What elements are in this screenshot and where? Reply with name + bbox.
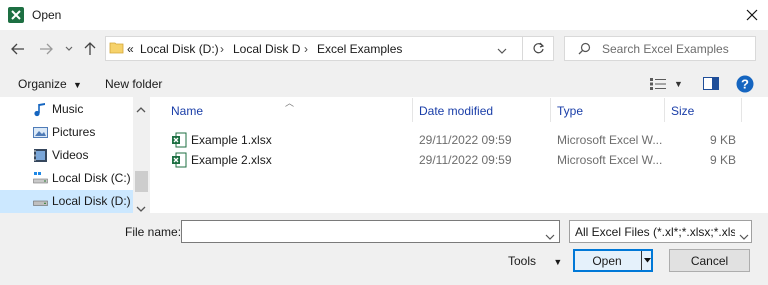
file-name: Example 2.xlsx (191, 153, 272, 167)
column-header-date-modified[interactable]: Date modified (419, 104, 493, 118)
breadcrumb-separator: › (220, 42, 224, 56)
scrollbar-thumb[interactable] (135, 171, 148, 192)
file-date-modified: 29/11/2022 09:59 (419, 133, 512, 147)
excel-file-icon (171, 152, 187, 168)
file-name: Example 1.xlsx (191, 133, 272, 147)
close-button[interactable] (736, 0, 768, 30)
excel-icon (8, 7, 24, 23)
sort-ascending-icon: ︿ (285, 98, 295, 108)
breadcrumb-item-disk-d[interactable]: Local Disk (D:) (140, 42, 219, 56)
file-name-input[interactable] (181, 220, 560, 243)
chevron-down-icon (545, 234, 555, 240)
chevron-down-icon: ▼ (674, 79, 683, 89)
sidebar-item-label: Local Disk (D:) (52, 194, 131, 208)
column-divider[interactable] (741, 98, 742, 122)
view-options-button[interactable]: ▼ (650, 76, 686, 92)
open-label: Open (592, 253, 622, 268)
chevron-down-icon (739, 234, 749, 240)
scroll-up-button[interactable] (136, 102, 147, 113)
window-title: Open (32, 8, 62, 22)
navigation-pane-scrollbar[interactable] (133, 97, 150, 213)
arrow-up-icon (84, 42, 96, 55)
column-divider[interactable] (412, 98, 413, 122)
sidebar-item-local-disk-d[interactable]: Local Disk (D:) (0, 190, 133, 213)
file-name-label: File name: (125, 225, 182, 239)
open-options-button[interactable] (642, 251, 652, 270)
up-button[interactable] (80, 39, 100, 59)
sidebar-item-label: Videos (52, 148, 89, 162)
sidebar-item-videos[interactable]: Videos (0, 144, 133, 167)
column-divider[interactable] (550, 98, 551, 122)
file-name-dropdown-button[interactable] (545, 229, 555, 240)
sidebar-item-music[interactable]: Music (0, 98, 133, 121)
back-button[interactable] (8, 39, 28, 59)
file-date-modified: 29/11/2022 09:59 (419, 153, 512, 167)
sidebar-item-label: Pictures (52, 125, 96, 139)
recent-locations-button[interactable] (62, 41, 76, 57)
folder-icon (109, 40, 124, 54)
videos-icon (33, 148, 48, 163)
organize-label: Organize (18, 77, 67, 91)
column-divider[interactable] (664, 98, 665, 122)
chevron-down-icon (65, 46, 73, 51)
caret-down-icon (643, 258, 651, 263)
refresh-icon (533, 42, 545, 54)
search-placeholder: Search Excel Examples (602, 42, 729, 56)
sidebar-item-pictures[interactable]: Pictures (0, 121, 133, 144)
excel-file-icon (171, 132, 187, 148)
column-header-size[interactable]: Size (671, 104, 694, 118)
sidebar-item-label: Music (52, 102, 84, 116)
file-size: 9 KB (710, 133, 737, 147)
breadcrumb-separator: › (304, 42, 308, 56)
search-icon (578, 42, 592, 56)
file-type: Microsoft Excel W... (557, 153, 663, 167)
scroll-down-button[interactable] (136, 201, 147, 212)
arrow-right-icon (40, 43, 53, 55)
breadcrumb-overflow[interactable]: « (127, 42, 134, 56)
drive-icon (33, 194, 48, 209)
new-folder-button[interactable]: New folder (105, 77, 162, 91)
breadcrumb-item-folder[interactable]: Local Disk D (233, 42, 300, 56)
file-type-filter-dropdown[interactable] (739, 229, 749, 240)
help-button[interactable]: ? (736, 75, 754, 93)
chevron-down-icon: ▼ (73, 80, 82, 90)
tools-button[interactable]: Tools ▼ (508, 254, 562, 268)
arrow-left-icon (11, 43, 24, 55)
help-icon: ? (736, 75, 754, 93)
pictures-icon (33, 125, 48, 140)
close-icon (746, 9, 758, 21)
chevron-down-icon (136, 206, 146, 212)
file-type-filter-value: All Excel Files (*.xl*;*.xlsx;*.xlsm (575, 225, 735, 239)
column-header-name[interactable]: Name (171, 104, 203, 118)
details-view-icon (650, 78, 666, 90)
file-type: Microsoft Excel W... (557, 133, 663, 147)
organize-button[interactable]: Organize ▼ (18, 77, 82, 91)
title-bar (0, 0, 768, 30)
cancel-button[interactable]: Cancel (669, 249, 750, 272)
refresh-button[interactable] (522, 36, 554, 61)
chevron-down-icon (497, 48, 507, 54)
breadcrumb-item-current[interactable]: Excel Examples (317, 42, 402, 56)
preview-pane-icon (703, 77, 719, 90)
chevron-up-icon (136, 107, 146, 113)
sidebar-item-local-disk-c[interactable]: Local Disk (C:) (0, 167, 133, 190)
address-history-button[interactable] (497, 43, 509, 55)
preview-pane-button[interactable] (703, 77, 719, 91)
sidebar-item-label: Local Disk (C:) (52, 171, 131, 185)
forward-button[interactable] (36, 39, 56, 59)
svg-text:?: ? (741, 77, 749, 92)
file-size: 9 KB (710, 153, 737, 167)
tools-label: Tools (508, 254, 537, 268)
drive-icon (33, 171, 48, 186)
column-header-type[interactable]: Type (557, 104, 583, 118)
music-icon (33, 102, 48, 117)
chevron-down-icon: ▼ (553, 257, 563, 267)
